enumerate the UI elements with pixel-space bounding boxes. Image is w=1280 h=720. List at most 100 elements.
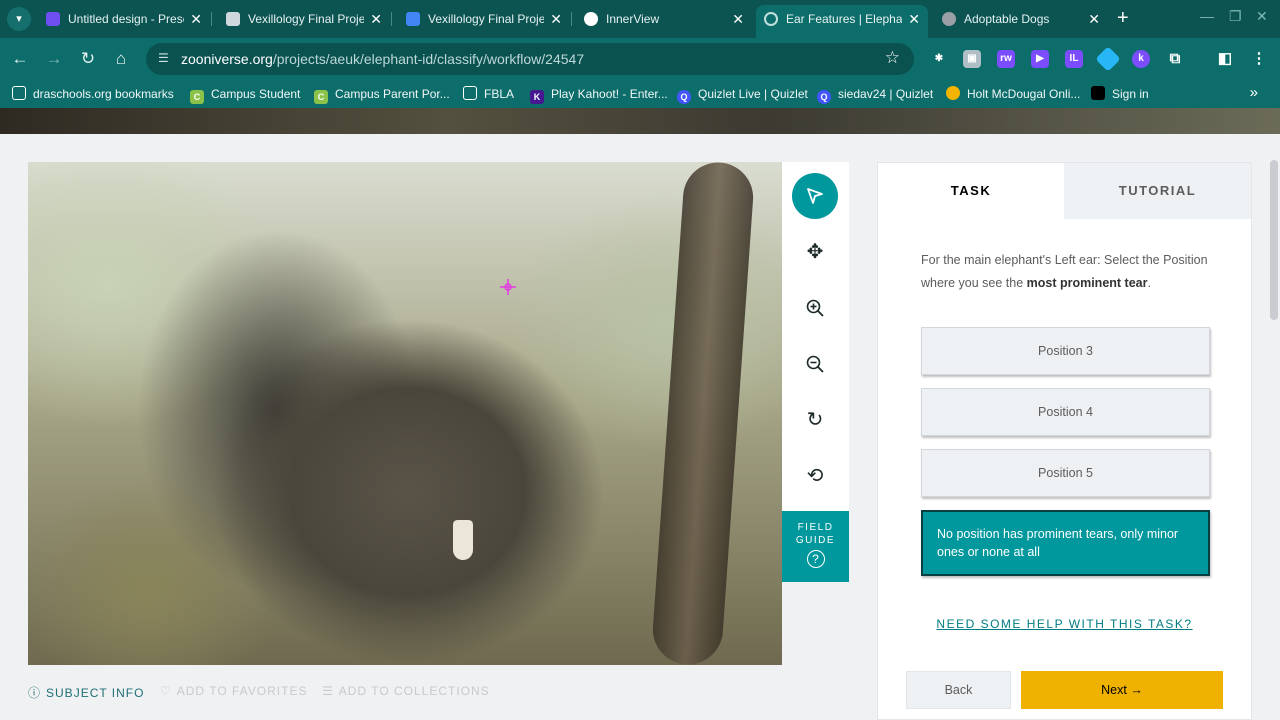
site-info-icon[interactable]: ☰ (158, 51, 174, 67)
bookmark-item[interactable]: Sign in (1091, 86, 1149, 102)
rotate-icon[interactable]: ↻ (792, 397, 838, 443)
extension-icon[interactable]: ✱ (930, 50, 948, 68)
campus-icon: C (314, 90, 328, 104)
page-scrollbar[interactable] (1270, 160, 1278, 320)
tab-close-icon[interactable]: ✕ (908, 5, 920, 33)
browser-tab[interactable]: InnerView ✕ (576, 5, 752, 33)
tab-divider (571, 12, 572, 26)
extension-icon[interactable]: ▶ (1031, 50, 1049, 68)
new-tab-button[interactable]: + (1117, 7, 1129, 29)
url-text: zooniverse.org/projects/aeuk/elephant-id… (181, 51, 584, 67)
subject-image[interactable] (28, 162, 782, 665)
answer-option-selected[interactable]: No position has prominent tears, only mi… (921, 510, 1210, 576)
forward-arrow-icon[interactable]: → (43, 48, 65, 70)
extension-icon[interactable]: k (1132, 50, 1150, 68)
reset-view-icon[interactable]: ⟲ (792, 453, 838, 499)
back-arrow-icon[interactable]: ← (9, 48, 31, 70)
zooniverse-favicon-icon (764, 12, 778, 26)
minimize-icon[interactable]: — (1200, 8, 1214, 24)
field-guide-button[interactable]: FIELD GUIDE ? (782, 511, 849, 582)
tab-close-icon[interactable]: ✕ (370, 5, 382, 33)
tab-title: Ear Features | Elephan (786, 12, 902, 26)
zoom-out-icon[interactable] (792, 341, 838, 387)
project-header-image (0, 108, 1280, 134)
add-to-favorites-link[interactable]: ♡ ADD TO FAVORITES (160, 684, 307, 698)
url-host: zooniverse.org (181, 51, 273, 67)
help-link[interactable]: NEED SOME HELP WITH THIS TASK? (878, 617, 1251, 631)
annotate-pointer-icon[interactable] (792, 173, 838, 219)
bookmark-item[interactable]: Q Quizlet Live | Quizlet (677, 86, 808, 104)
holt-icon (946, 86, 960, 100)
answer-option[interactable]: Position 4 (921, 388, 1210, 436)
close-window-icon[interactable]: ✕ (1256, 8, 1268, 25)
tree-trunk (650, 162, 756, 665)
reload-icon[interactable]: ↻ (77, 48, 99, 70)
innerview-favicon-icon (584, 12, 598, 26)
address-bar[interactable]: ☰ zooniverse.org/projects/aeuk/elephant-… (146, 43, 914, 75)
tab-title: Vexillology Final Proje (428, 12, 544, 26)
bookmark-folder[interactable]: FBLA (463, 86, 514, 102)
more-bookmarks-icon[interactable]: » (1250, 84, 1258, 101)
question-icon: ? (806, 550, 825, 568)
bookmark-item[interactable]: C Campus Parent Por... (314, 86, 450, 104)
folder-icon (12, 86, 26, 100)
canva-favicon-icon (46, 12, 60, 26)
globe-favicon-icon (942, 12, 956, 26)
zoom-in-icon[interactable] (792, 285, 838, 331)
browser-toolbar: ← → ↻ ⌂ ☰ zooniverse.org/projects/aeuk/e… (0, 38, 1280, 80)
tab-divider (391, 12, 392, 26)
tab-search-menu-icon[interactable]: ▾ (7, 7, 31, 31)
extension-icon[interactable]: IL (1065, 50, 1083, 68)
back-button[interactable]: Back (906, 671, 1011, 709)
info-circle-icon: ⓘ (28, 686, 42, 700)
folder-icon (463, 86, 477, 100)
bookmark-folder[interactable]: draschools.org bookmarks (12, 86, 174, 102)
bookmark-item[interactable]: C Campus Student (190, 86, 300, 104)
tab-tutorial[interactable]: TUTORIAL (1064, 163, 1251, 219)
move-arrows-icon[interactable]: ✥ (792, 229, 838, 275)
subject-info-link[interactable]: ⓘ SUBJECT INFO (28, 684, 144, 701)
bookmarks-bar: draschools.org bookmarks C Campus Student… (0, 80, 1280, 108)
answer-option[interactable]: Position 5 (921, 449, 1210, 497)
list-icon: ☰ (322, 684, 334, 698)
browser-tab[interactable]: Untitled design - Prese ✕ (38, 5, 210, 33)
extension-icon[interactable]: rw (997, 50, 1015, 68)
restore-icon[interactable]: ❐ (1229, 8, 1242, 25)
heart-icon: ♡ (160, 684, 172, 698)
bookmark-item[interactable]: K Play Kahoot! - Enter... (530, 86, 668, 104)
tab-close-icon[interactable]: ✕ (732, 5, 744, 33)
kahoot-icon: K (530, 90, 544, 104)
campus-icon: C (190, 90, 204, 104)
image-toolbox: ✥ ↻ ⟲ FIELD GUIDE ? (782, 162, 849, 582)
tab-title: Vexillology Final Proje (248, 12, 364, 26)
browser-tab[interactable]: Vexillology Final Proje ✕ (398, 5, 570, 33)
bookmark-star-icon[interactable]: ☆ (885, 48, 900, 68)
tab-title: Adoptable Dogs (964, 12, 1050, 26)
bookmark-item[interactable]: Qsiedav24 | Quizlet (817, 86, 933, 104)
elephant-tusk (453, 520, 473, 560)
next-button[interactable]: Next → (1021, 671, 1223, 709)
browser-tabstrip: ▾ Untitled design - Prese ✕ Vexillology … (0, 0, 1280, 38)
tab-close-icon[interactable]: ✕ (1088, 5, 1100, 33)
extension-icon[interactable]: ▣ (963, 50, 981, 68)
field-guide-label: FIELD GUIDE (795, 522, 836, 546)
answer-option[interactable]: Position 3 (921, 327, 1210, 375)
google-docs-favicon-icon (406, 12, 420, 26)
tab-close-icon[interactable]: ✕ (190, 5, 202, 33)
tab-title: Untitled design - Prese (68, 12, 184, 26)
bookmark-item[interactable]: Holt McDougal Onli... (946, 86, 1080, 102)
browser-tab-active[interactable]: Ear Features | Elephan ✕ (756, 5, 928, 38)
extension-icon[interactable] (1095, 46, 1121, 72)
tab-task[interactable]: TASK (878, 163, 1064, 219)
sign-in-icon (1091, 86, 1105, 100)
extensions-puzzle-icon[interactable]: ⧉ (1166, 50, 1184, 68)
side-panel-icon[interactable]: ◧ (1216, 50, 1234, 68)
add-to-collections-link[interactable]: ☰ ADD TO COLLECTIONS (322, 684, 490, 698)
home-icon[interactable]: ⌂ (110, 48, 132, 70)
browser-tab[interactable]: Adoptable Dogs ✕ (934, 5, 1108, 33)
browser-tab[interactable]: Vexillology Final Proje ✕ (218, 5, 390, 33)
url-path: /projects/aeuk/elephant-id/classify/work… (272, 51, 585, 67)
crosshair-cursor-icon (500, 279, 516, 295)
tab-close-icon[interactable]: ✕ (550, 5, 562, 33)
menu-kebab-icon[interactable]: ⋮ (1250, 50, 1268, 68)
